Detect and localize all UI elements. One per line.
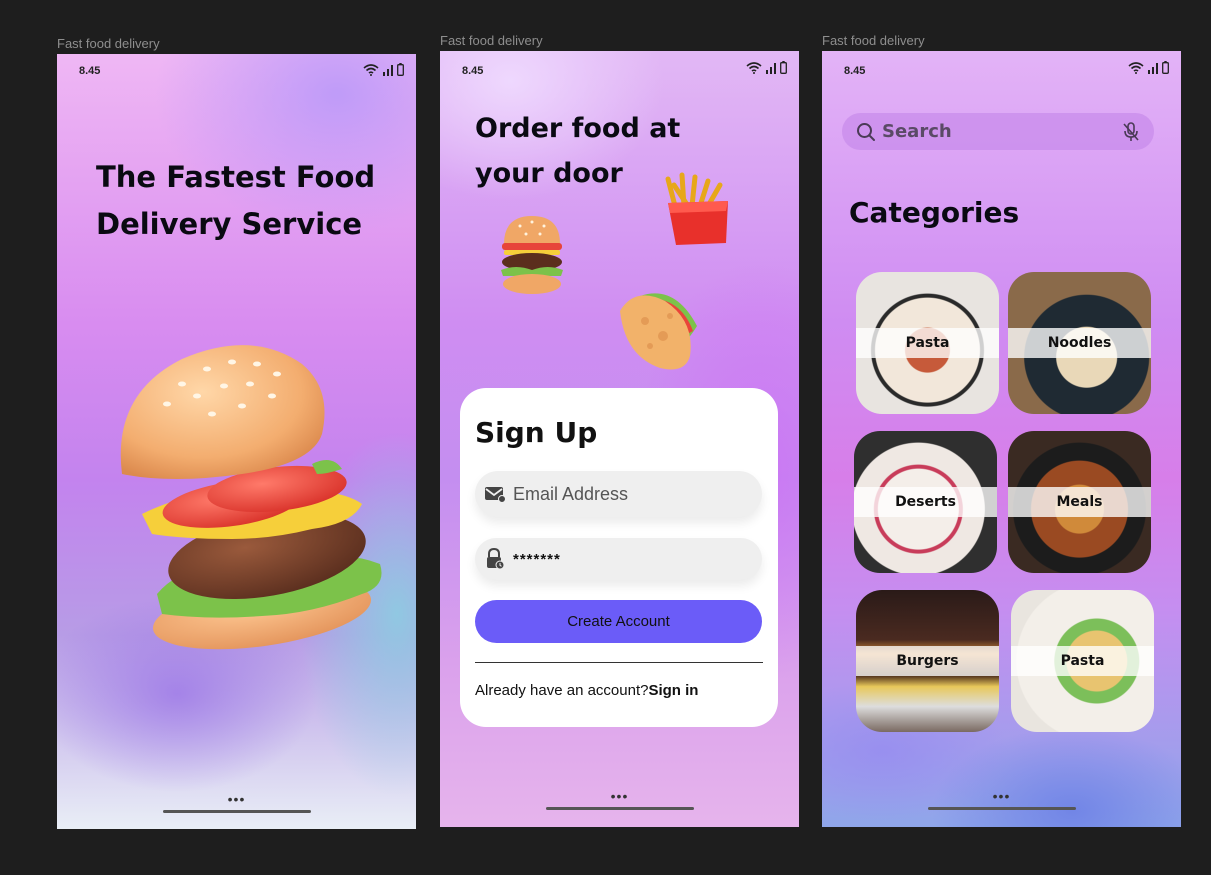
battery-icon [780, 61, 787, 74]
categories-title: Categories [849, 196, 1020, 229]
category-tile-burgers[interactable]: Burgers [856, 590, 999, 732]
signal-icon [1148, 63, 1158, 74]
frame-label-categories: Fast food delivery [822, 33, 925, 48]
wifi-icon [363, 64, 379, 76]
taco-illustration [620, 293, 697, 370]
frame-label-splash: Fast food delivery [57, 36, 160, 51]
mic-off-icon[interactable] [1122, 121, 1140, 142]
page-indicator-dots: ••• [227, 791, 246, 807]
status-icons [1128, 61, 1169, 74]
categories-screen: 8.45 Search Categories Pasta Noodles Des… [822, 51, 1181, 827]
signup-card-title: Sign Up [475, 416, 598, 449]
status-icons [746, 61, 787, 74]
signal-icon [383, 65, 393, 76]
frame-label-signup: Fast food delivery [440, 33, 543, 48]
category-label: Noodles [1008, 328, 1151, 358]
category-tile-meals[interactable]: Meals [1008, 431, 1151, 573]
email-field[interactable]: Email Address [475, 471, 762, 517]
create-account-button[interactable]: Create Account [475, 600, 762, 643]
signup-screen: 8.45 Order food at your door Sign Up Ema… [440, 51, 799, 827]
category-tile-deserts[interactable]: Deserts [854, 431, 997, 573]
category-label: Burgers [856, 646, 999, 676]
splash-screen: 8.45 The Fastest Food Delivery Service •… [57, 54, 416, 829]
status-time: 8.45 [79, 65, 101, 77]
status-time: 8.45 [844, 65, 866, 77]
have-account-text: Already have an account? [475, 682, 649, 699]
category-tile-noodles[interactable]: Noodles [1008, 272, 1151, 414]
password-value: ******* [513, 550, 561, 568]
category-label: Deserts [854, 487, 997, 517]
search-icon [857, 122, 875, 141]
divider [475, 662, 763, 663]
signin-prompt: Already have an account?Sign in [475, 682, 698, 699]
battery-icon [397, 63, 404, 76]
password-field[interactable]: ******* [475, 538, 762, 580]
signup-headline-line-1: Order food at [475, 113, 681, 144]
category-label: Pasta [1011, 646, 1154, 676]
mail-icon [483, 482, 507, 506]
page-indicator-dots: ••• [992, 788, 1011, 804]
wifi-icon [1128, 62, 1144, 74]
status-time: 8.45 [462, 65, 484, 77]
search-placeholder: Search [882, 121, 952, 142]
splash-title: The Fastest Food Delivery Service [96, 154, 396, 248]
page-indicator-dots: ••• [610, 788, 629, 804]
email-placeholder: Email Address [513, 483, 629, 504]
battery-icon [1162, 61, 1169, 74]
wifi-icon [746, 62, 762, 74]
lock-icon [483, 547, 507, 571]
home-indicator[interactable] [162, 810, 311, 813]
burger-illustration [120, 345, 382, 650]
burger-icon [501, 216, 563, 294]
category-label: Meals [1008, 487, 1151, 517]
status-icons [363, 63, 404, 76]
splash-title-line-2: Delivery Service [96, 207, 363, 241]
fries-illustration [665, 172, 728, 245]
search-input[interactable]: Search [842, 113, 1154, 150]
category-tile-pasta-salad[interactable]: Pasta [1011, 590, 1154, 732]
sign-in-link[interactable]: Sign in [648, 682, 698, 699]
category-label: Pasta [856, 328, 999, 358]
home-indicator[interactable] [545, 807, 694, 810]
home-indicator[interactable] [927, 807, 1076, 810]
signal-icon [766, 63, 776, 74]
category-tile-pasta[interactable]: Pasta [856, 272, 999, 414]
signup-card: Sign Up Email Address ******* Create Acc… [460, 388, 778, 727]
splash-title-line-1: The Fastest Food [96, 160, 376, 194]
